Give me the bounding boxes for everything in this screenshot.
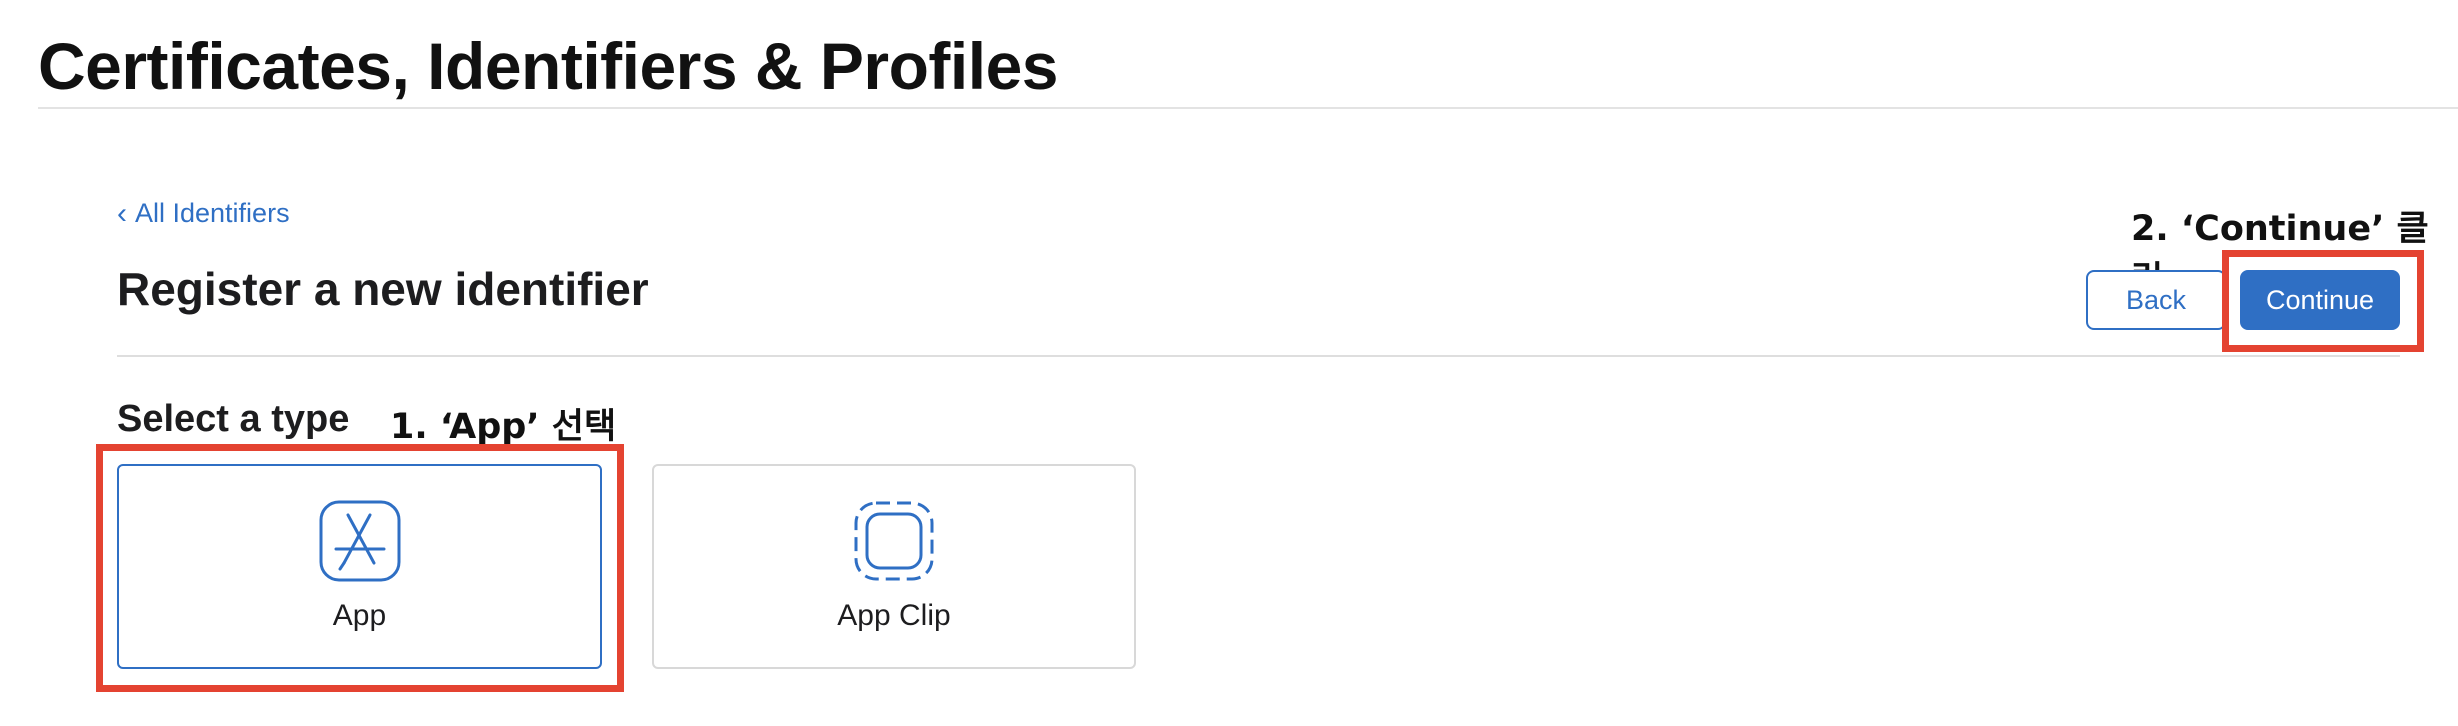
app-highlight-box xyxy=(96,444,624,692)
header-divider xyxy=(38,107,2458,109)
back-link-label: All Identifiers xyxy=(135,198,290,228)
page: Certificates, Identifiers & Profiles ‹ A… xyxy=(0,0,2458,726)
chevron-left-icon: ‹ xyxy=(117,196,127,230)
type-card-app-clip[interactable]: App Clip xyxy=(652,464,1136,669)
section-divider xyxy=(117,355,2400,357)
continue-highlight-box xyxy=(2222,250,2424,352)
step1-annotation: 1. ‘App’ 선택 xyxy=(390,407,617,447)
select-type-label: Select a type xyxy=(117,398,350,440)
all-identifiers-link[interactable]: ‹ All Identifiers xyxy=(117,198,290,229)
register-heading: Register a new identifier xyxy=(117,263,649,315)
back-button[interactable]: Back xyxy=(2086,270,2226,330)
type-card-app-clip-label: App Clip xyxy=(837,599,951,632)
app-clip-icon xyxy=(854,501,934,581)
page-title: Certificates, Identifiers & Profiles xyxy=(38,29,1059,103)
